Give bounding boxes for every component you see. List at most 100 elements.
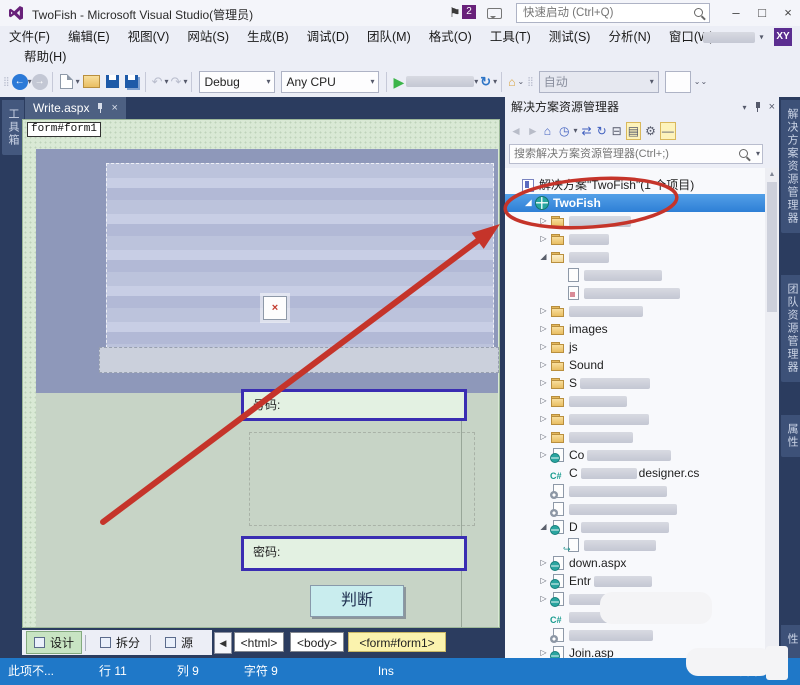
expand-arrow[interactable]: ▷ [537, 338, 550, 356]
expand-arrow[interactable]: ▷ [537, 590, 550, 608]
configuration-dropdown[interactable]: Debug▾ [199, 71, 275, 93]
expand-arrow[interactable]: ▷ [537, 392, 550, 410]
chevron-down-icon[interactable]: ▾ [493, 77, 497, 86]
expand-arrow[interactable]: ▷ [537, 374, 550, 392]
tree-item[interactable]: ▷Sound [505, 356, 765, 374]
tree-item[interactable]: ▷Entr [505, 572, 765, 590]
form-tag-label[interactable]: form#form1 [27, 122, 101, 137]
solution-explorer-title-bar[interactable]: 解决方案资源管理器 ▾ × [505, 97, 779, 118]
refresh-icon[interactable]: ↻ [480, 72, 491, 92]
tree-item[interactable]: ▷ [505, 392, 765, 410]
tree-item[interactable]: ▷ [505, 428, 765, 446]
tree-item[interactable]: 解决方案"TwoFish"(1 个项目) [505, 176, 765, 194]
toolbar-overflow-icon[interactable]: ⌄⌄ [694, 77, 707, 86]
refresh-icon[interactable]: ↻ [596, 122, 608, 140]
open-file-icon[interactable] [83, 75, 100, 88]
avatar[interactable]: XY [774, 28, 792, 46]
auto-dropdown[interactable]: 自动▾ [539, 71, 659, 93]
tree-item[interactable]: ◢ [505, 248, 765, 266]
tree-item[interactable] [505, 626, 765, 644]
tree-item[interactable]: ▷Co [505, 446, 765, 464]
tree-item[interactable]: ▷ [505, 302, 765, 320]
menu-item[interactable]: 团队(M) [358, 26, 420, 48]
solution-search-input[interactable] [510, 145, 740, 163]
expand-arrow[interactable]: ▷ [537, 356, 550, 374]
sync-with-active-document-icon[interactable]: ⇄ [581, 122, 593, 140]
pending-changes-filter-icon[interactable]: ◷ [558, 122, 570, 140]
quick-launch-input[interactable] [517, 4, 697, 22]
tree-item[interactable]: ▷ [505, 212, 765, 230]
show-all-files-icon[interactable]: ▤ [626, 122, 641, 140]
pin-icon[interactable] [96, 103, 104, 114]
menu-item[interactable]: 格式(O) [420, 26, 481, 48]
redo-icon[interactable]: ↷ [171, 72, 182, 92]
tab-properties[interactable]: 属性 [781, 415, 800, 457]
breadcrumb-tag[interactable]: <form#form1> [348, 632, 446, 652]
tab-team-explorer[interactable]: 团队资源管理器 [781, 275, 800, 382]
menu-item[interactable]: 网站(S) [178, 26, 238, 48]
view-mode-source[interactable]: 源 [158, 632, 200, 653]
expand-arrow[interactable]: ▷ [537, 410, 550, 428]
expand-arrow[interactable]: ▷ [537, 212, 550, 230]
tree-item[interactable] [505, 500, 765, 518]
tab-solution-explorer[interactable]: 解决方案资源管理器 [781, 100, 800, 233]
preview-selected-items-icon[interactable]: — [660, 122, 676, 140]
toolbar-grip[interactable]: ⣿ [527, 76, 533, 87]
expand-arrow[interactable]: ▷ [537, 446, 550, 464]
tab-toolbox[interactable]: 工具箱 [2, 100, 24, 155]
view-mode-design[interactable]: 设计 [26, 631, 82, 654]
design-surface[interactable]: form#form1 × 号码: 密码: 判断 [22, 119, 500, 628]
user-account-area[interactable]: ▾ XY [703, 28, 792, 48]
maximize-button[interactable]: □ [750, 0, 774, 25]
close-icon[interactable]: × [769, 97, 775, 118]
platform-dropdown[interactable]: Any CPU▾ [281, 71, 379, 93]
menu-item[interactable]: 文件(F) [0, 26, 59, 48]
tree-item[interactable]: ▷ [505, 230, 765, 248]
document-tab-write-aspx[interactable]: Write.aspx × [25, 97, 126, 119]
pin-icon[interactable] [754, 102, 762, 113]
minimize-button[interactable]: – [724, 0, 748, 25]
menu-item[interactable]: 生成(B) [238, 26, 298, 48]
new-project-icon[interactable] [60, 74, 73, 89]
quick-launch-box[interactable] [516, 3, 710, 23]
tree-item[interactable]: ▷images [505, 320, 765, 338]
expand-arrow[interactable]: ▷ [537, 554, 550, 572]
breadcrumb-tag[interactable]: <body> [290, 632, 344, 652]
save-icon[interactable] [106, 75, 119, 88]
account-field[interactable]: 号码: [241, 389, 467, 421]
view-mode-split[interactable]: 拆分 [93, 632, 147, 653]
undo-icon[interactable]: ↶ [152, 72, 163, 92]
close-button[interactable]: × [776, 0, 800, 25]
breadcrumb-back-button[interactable]: ◀ [214, 632, 232, 654]
tree-scrollbar[interactable]: ▲ [765, 168, 779, 658]
close-icon[interactable]: × [111, 102, 117, 114]
expand-arrow[interactable]: ▷ [537, 428, 550, 446]
chevron-down-icon[interactable]: ▾ [76, 77, 80, 86]
tree-item[interactable] [505, 536, 765, 554]
broken-image-icon[interactable]: × [263, 296, 287, 320]
toolbar-grip[interactable]: ⣿ [3, 76, 9, 87]
expand-arrow[interactable]: ▷ [537, 320, 550, 338]
start-debug-icon[interactable]: ▶ [393, 72, 404, 92]
notifications-flag-icon[interactable]: ⚑ [449, 5, 461, 21]
scroll-up-icon[interactable]: ▲ [765, 168, 779, 178]
navigate-forward-icon[interactable]: → [32, 74, 48, 90]
tree-item[interactable]: ◢TwoFish [505, 194, 765, 212]
feedback-icon[interactable] [487, 8, 502, 19]
collapse-all-icon[interactable]: ⊟ [611, 122, 623, 140]
navigate-back-icon[interactable]: ← [12, 74, 28, 90]
menu-item[interactable]: 分析(N) [599, 26, 659, 48]
chevron-down-icon[interactable]: ▾ [183, 77, 187, 86]
chevron-down-icon[interactable]: ▾ [756, 149, 760, 158]
expand-arrow[interactable]: ◢ [537, 518, 550, 536]
tree-item[interactable] [505, 482, 765, 500]
back-icon[interactable]: ◄ [509, 122, 523, 140]
expand-arrow[interactable]: ▷ [537, 302, 550, 320]
forward-icon[interactable]: ► [526, 122, 540, 140]
toolbar-extra-button[interactable] [665, 71, 691, 93]
breadcrumb-tag[interactable]: <html> [234, 632, 284, 652]
expand-arrow[interactable]: ◢ [537, 248, 550, 266]
judge-button[interactable]: 判断 [310, 585, 404, 617]
tree-item[interactable]: ◢D [505, 518, 765, 536]
expand-arrow[interactable]: ▷ [537, 230, 550, 248]
